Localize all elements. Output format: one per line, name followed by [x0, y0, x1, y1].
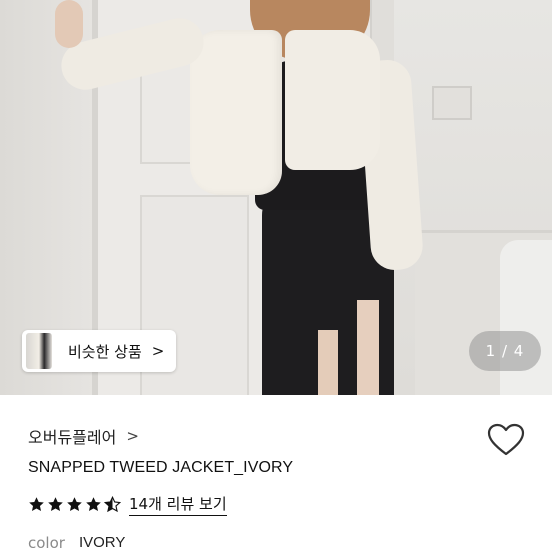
photo-leg [318, 330, 338, 395]
option-label: color [28, 534, 65, 552]
photo-jacket [285, 30, 380, 170]
review-link[interactable]: 14개 리뷰 보기 [129, 493, 227, 516]
rating-row: 14개 리뷰 보기 [28, 493, 227, 516]
photo-switch [432, 86, 472, 120]
star-icon [48, 497, 63, 512]
similar-products-label: 비슷한 상품 [68, 342, 142, 361]
image-pager-indicator: 1 / 4 [469, 331, 541, 371]
similar-products-button[interactable]: 비슷한 상품 > [22, 330, 176, 372]
star-half-icon [104, 496, 121, 513]
heart-outline-icon[interactable] [486, 422, 526, 458]
star-icon [67, 497, 82, 512]
similar-thumbnail [26, 333, 52, 369]
photo-hand [55, 0, 83, 48]
star-icon [29, 497, 44, 512]
product-title: SNAPPED TWEED JACKET_IVORY [28, 459, 294, 476]
brand-name: 오버듀플레어 [28, 428, 117, 447]
option-row: color IVORY [28, 534, 125, 552]
photo-chair [500, 240, 552, 395]
star-rating [28, 496, 121, 513]
photo-jacket [190, 30, 282, 195]
chevron-right-icon: > [151, 342, 165, 360]
product-image-gallery[interactable]: 비슷한 상품 > 1 / 4 [0, 0, 552, 395]
option-value: IVORY [78, 534, 126, 551]
chevron-right-icon: > [126, 427, 139, 445]
star-icon [86, 497, 101, 512]
photo-leg [357, 300, 379, 395]
brand-link[interactable]: 오버듀플레어 > [28, 424, 139, 448]
